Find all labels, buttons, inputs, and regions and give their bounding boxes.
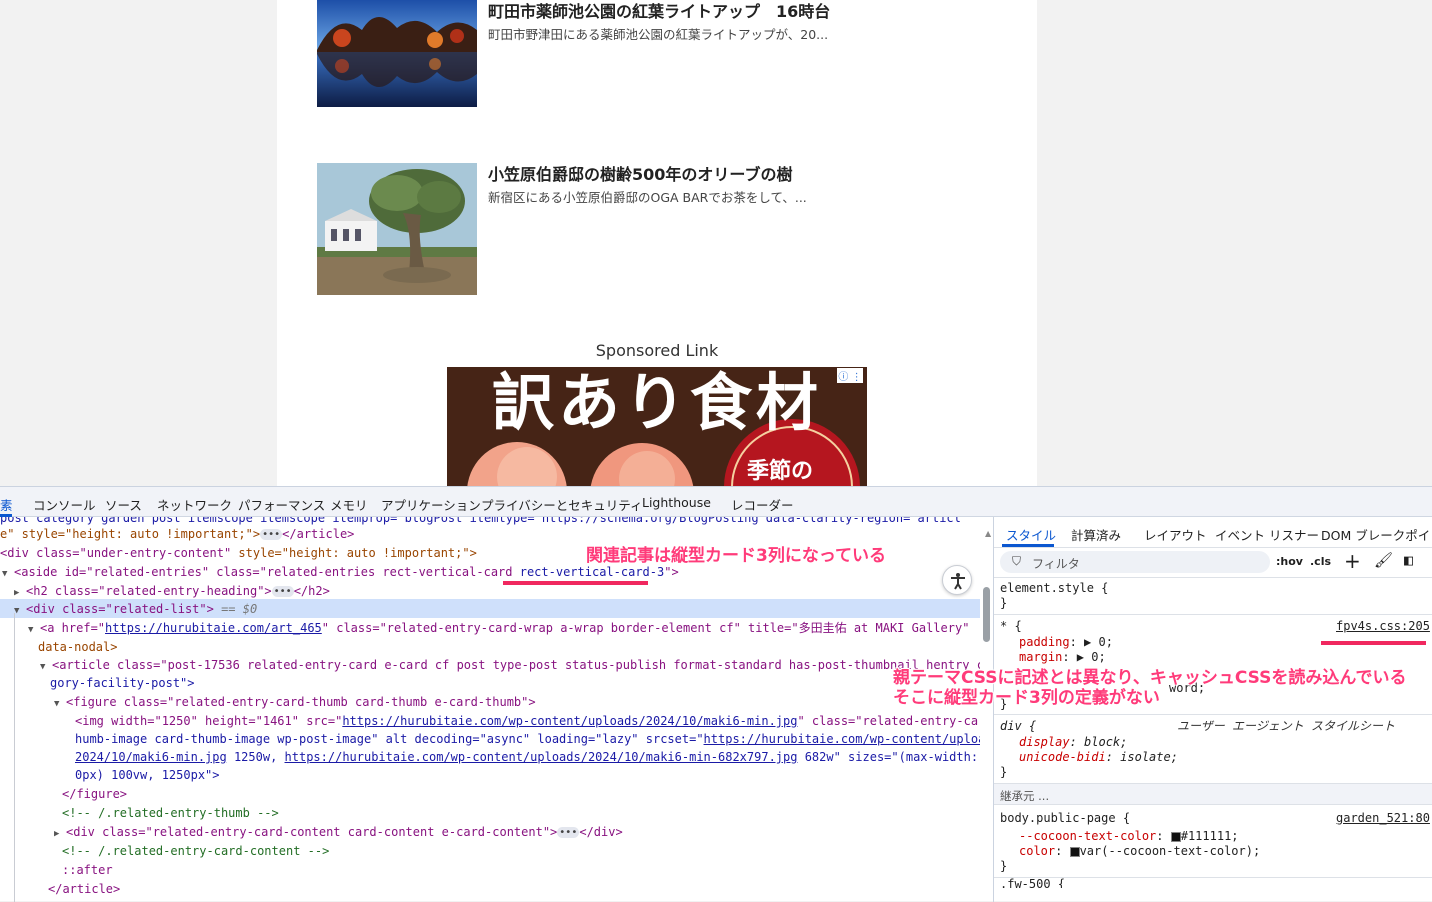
tab-network[interactable]: ネットワーク <box>157 495 232 514</box>
new-rule-plus-icon[interactable]: + <box>1344 549 1361 573</box>
blog-page: 町田市薬師池公園の紅葉ライトアップ 16時台 町田市野津田にある薬師池公園の紅葉… <box>277 0 1037 486</box>
article-title[interactable]: 小笠原伯爵邸の樹齢500年のオリーブの樹 <box>488 161 792 185</box>
expanded-triangle-icon[interactable]: ▼ <box>54 695 66 714</box>
tab-lighthouse[interactable]: Lighthouse <box>642 495 711 510</box>
tab-styles[interactable]: スタイル <box>1006 525 1056 544</box>
annotation-related-3col: 関連記事は縦型カード3列になっている <box>586 546 886 566</box>
article-thumbnail-night-lake[interactable] <box>317 0 477 107</box>
accessibility-icon[interactable] <box>942 565 972 595</box>
collapsed-dots-icon[interactable]: ••• <box>260 529 283 540</box>
cls-toggle[interactable]: .cls <box>1310 555 1331 568</box>
tab-dom-breakpoints[interactable]: DOM ブレークポイント <box>1321 525 1432 544</box>
annotation-no-definition: そこに縦型カード3列の定義がない <box>893 688 1160 708</box>
scroll-up-icon[interactable]: ▲ <box>985 529 991 538</box>
dom-line-aside[interactable]: ▼ <aside id="related-entries" class="rela… <box>2 563 679 582</box>
tab-event-listeners[interactable]: イベント リスナー <box>1215 525 1319 544</box>
dom-line[interactable]: gory-facility-post"> <box>50 674 195 693</box>
css-declaration[interactable]: --cocoon-text-color: #111111; <box>1019 829 1239 844</box>
css-declaration[interactable]: color: var(--cocoon-text-color); <box>1019 844 1260 859</box>
tab-recorder[interactable]: レコーダー <box>731 495 794 514</box>
paint-brush-icon[interactable]: 🖌 <box>1374 551 1393 569</box>
collapsed-dots-icon[interactable]: ••• <box>271 586 294 597</box>
rule-selector[interactable]: div { <box>1000 719 1036 734</box>
article-title[interactable]: 町田市薬師池公園の紅葉ライトアップ 16時台 <box>488 0 830 22</box>
ad-badge-text: 季節の <box>747 458 814 484</box>
dom-line-figure[interactable]: ▼ <figure class="related-entry-card-thumb… <box>54 693 536 712</box>
inherited-section-header: 継承元 ... <box>994 783 1432 805</box>
dom-pseudo[interactable]: ::after <box>62 861 113 880</box>
elements-dom-tree[interactable]: post category garden post itemscope item… <box>0 517 980 902</box>
dom-line[interactable]: humb-image card-thumb-image wp-post-imag… <box>75 730 980 749</box>
color-swatch[interactable] <box>1069 846 1080 857</box>
tree-gutter-line <box>14 613 15 902</box>
dom-line[interactable]: <div class="under-entry-content" style="… <box>0 544 477 563</box>
article-snippet: 町田市野津田にある薬師池公園の紅葉ライトアップが、20... <box>488 27 829 42</box>
dom-line[interactable]: data-nodal> <box>38 638 117 657</box>
tab-computed[interactable]: 計算済み <box>1071 525 1121 544</box>
tab-sources[interactable]: ソース <box>105 495 142 514</box>
srcset-link[interactable]: 2024/10/maki6-min.jpg <box>75 750 227 764</box>
dom-line-anchor[interactable]: ▼ <a href="https://hurubitaie.com/art_465… <box>28 619 969 638</box>
tab-elements[interactable]: 素 <box>0 495 13 514</box>
dom-comment[interactable]: <!-- /.related-entry-card-content --> <box>62 842 329 861</box>
dom-comment[interactable]: <!-- /.related-entry-thumb --> <box>62 804 279 823</box>
ad-headline: 訳あり食材 <box>491 367 822 439</box>
hov-toggle[interactable]: :hov <box>1276 555 1303 568</box>
toggle-sidebar-icon[interactable]: ◧ <box>1404 551 1413 569</box>
sponsored-label: Sponsored Link <box>595 341 719 360</box>
tab-layout[interactable]: レイアウト <box>1144 525 1207 544</box>
rule-selector[interactable]: * { <box>1000 619 1022 634</box>
rule-selector[interactable]: body.public-page { <box>1000 811 1130 826</box>
stylesheet-source-link[interactable]: garden_521:80 <box>1336 811 1430 826</box>
dom-line[interactable]: 2024/10/maki6-min.jpg 1250w, https://hur… <box>75 748 980 767</box>
dom-line[interactable]: </figure> <box>62 785 127 804</box>
related-article-card[interactable]: 小笠原伯爵邸の樹齢500年のオリーブの樹 新宿区にある小笠原伯爵邸のOGA BA… <box>317 163 1017 295</box>
tab-privacy-security[interactable]: プライバシーとセキュリティ <box>481 495 643 514</box>
elements-scrollbar[interactable]: ▲ <box>983 527 991 897</box>
filter-input[interactable]: ⛉ フィルタ <box>1000 551 1270 573</box>
rule-selector[interactable]: element.style { <box>1000 581 1108 596</box>
article-thumbnail-olive-tree[interactable] <box>317 163 477 295</box>
dom-line-related-list[interactable]: ▼ <div class="related-list"> == $0 <box>14 600 257 619</box>
srcset-link[interactable]: https://hurubitaie.com/wp-content/upload… <box>285 750 798 764</box>
tab-console[interactable]: コンソール <box>33 495 96 514</box>
dom-line-article[interactable]: ▼ <article class="post-17536 related-entr… <box>40 656 980 675</box>
collapsed-dots-icon[interactable]: ••• <box>557 827 580 838</box>
devtools-tabbar: 素 コンソール ソース ネットワーク パフォーマンス メモリ アプリケーション … <box>0 487 1432 517</box>
dom-line-img[interactable]: <img width="1250" height="1461" src="htt… <box>75 712 980 731</box>
tab-memory[interactable]: メモリ <box>330 495 368 514</box>
dom-line[interactable]: </article> <box>48 880 120 899</box>
color-swatch[interactable] <box>1170 831 1181 842</box>
annotation-underline <box>503 581 648 585</box>
expanded-triangle-icon[interactable]: ▼ <box>14 602 26 621</box>
href-link[interactable]: https://hurubitaie.com/art_465 <box>105 621 322 635</box>
tab-application[interactable]: アプリケーション <box>381 495 481 514</box>
tab-performance[interactable]: パフォーマンス <box>238 495 325 514</box>
css-declaration[interactable]: padding: ▶ 0; <box>1019 635 1113 650</box>
user-agent-label: ユーザー エージェント スタイルシート <box>1177 719 1395 733</box>
css-declaration: unicode-bidi: isolate; <box>1019 750 1178 764</box>
related-article-card[interactable]: 町田市薬師池公園の紅葉ライトアップ 16時台 町田市野津田にある薬師池公園の紅葉… <box>317 0 1017 134</box>
annotation-underline <box>1321 641 1426 645</box>
dom-line[interactable]: e" style="height: auto !important;"> ••• <… <box>0 525 354 544</box>
srcset-link[interactable]: https://hurubitaie.com/wp-content/upload… <box>704 732 980 746</box>
rule-selector[interactable]: .fw-500 { <box>1000 877 1065 888</box>
styles-pane: スタイル 計算済み レイアウト イベント リスナー DOM ブレークポイント ⛉… <box>993 517 1432 902</box>
css-declaration: display: block; <box>1019 735 1128 749</box>
dom-line-h2[interactable]: ▶ <h2 class="related-entry-heading"> ••• </… <box>14 582 330 601</box>
stylesheet-source-link[interactable]: fpv4s.css:205 <box>1336 619 1430 634</box>
filter-icon: ⛉ <box>1012 554 1022 568</box>
src-link[interactable]: https://hurubitaie.com/wp-content/upload… <box>342 714 797 728</box>
dom-line-content[interactable]: ▶ <div class="related-entry-card-content … <box>54 823 623 842</box>
adchoices-icon[interactable]: ⓘ ⋮ <box>837 368 863 383</box>
scrollbar-thumb[interactable] <box>983 587 990 642</box>
expanded-triangle-icon[interactable]: ▼ <box>2 565 14 584</box>
advertisement-banner[interactable]: 訳あり食材 季節の ⓘ ⋮ <box>447 367 867 486</box>
dom-line[interactable]: 0px) 100vw, 1250px"> <box>75 766 220 785</box>
article-snippet: 新宿区にある小笠原伯爵邸のOGA BARでお茶をして、... <box>488 190 807 205</box>
